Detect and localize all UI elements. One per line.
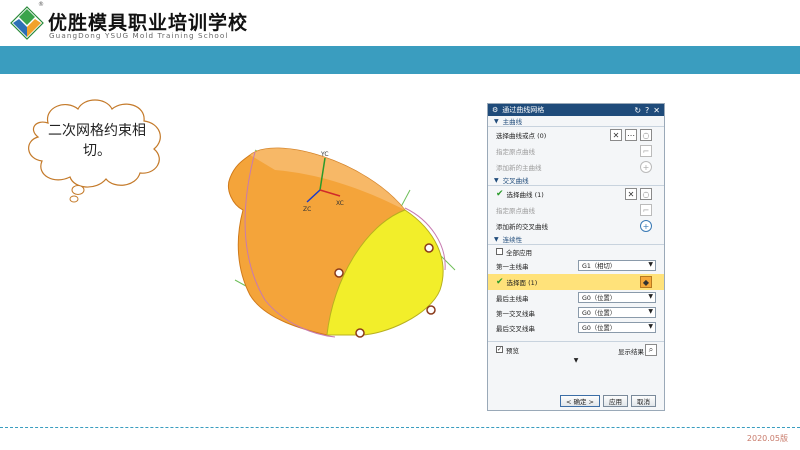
last-primary-value: G0（位置） xyxy=(582,295,617,302)
check-icon: ✔ xyxy=(496,277,504,287)
version-label: 2020.05版 xyxy=(746,434,788,443)
select-curve-or-point-label: 选择曲线或点 (0) xyxy=(496,132,547,140)
header-band xyxy=(0,46,800,74)
dropdown-arrow-icon: ▼ xyxy=(648,323,653,330)
last-cross-string-row: 最后交叉线串 G0（位置） ▼ xyxy=(488,320,664,335)
preview-row: ✓ 预览 显示结果 ⌕ xyxy=(488,341,664,357)
section-title: 连续性 xyxy=(502,236,523,244)
origin-curve-icon[interactable]: ⌐ xyxy=(640,145,652,157)
curve-select-icon[interactable]: ◌ xyxy=(640,188,652,200)
last-primary-select[interactable]: G0（位置） ▼ xyxy=(578,292,656,303)
first-primary-string-row: 第一主线串 G1（相切） ▼ xyxy=(488,258,664,274)
select-face-label: 选择面 (1) xyxy=(506,279,538,287)
collapse-arrow-icon: ▼ xyxy=(494,117,499,125)
section-title: 主曲线 xyxy=(502,118,523,126)
header: ® 优胜模具职业培训学校 GuangDong YSUG Mold Trainin… xyxy=(0,0,800,46)
last-cross-value: G0（位置） xyxy=(582,325,617,332)
gear-icon[interactable]: ⚙ xyxy=(492,106,498,114)
last-cross-label: 最后交叉线串 xyxy=(496,324,535,333)
preview-label: 预览 xyxy=(506,346,519,355)
axis-label-zc: ZC xyxy=(303,206,311,213)
first-primary-select[interactable]: G1（相切） ▼ xyxy=(578,260,656,271)
dialog-title: 通过曲线网格 xyxy=(502,106,545,114)
add-icon[interactable]: + xyxy=(640,220,652,232)
dropdown-arrow-icon: ▼ xyxy=(648,293,653,300)
select-cross-curve-label: 选择曲线 (1) xyxy=(506,191,544,199)
first-cross-value: G0（位置） xyxy=(582,310,617,317)
check-icon: ✔ xyxy=(496,189,504,199)
collapse-arrow-icon: ▼ xyxy=(494,235,499,243)
cad-model-view[interactable]: YC ZC XC xyxy=(215,130,475,345)
select-curve-or-point-row[interactable]: 选择曲线或点 (0) ✕ ⋯ ◌ xyxy=(488,127,664,143)
face-select-icon[interactable]: ◆ xyxy=(640,276,652,288)
first-cross-string-row: 第一交叉线串 G0（位置） ▼ xyxy=(488,305,664,320)
dialog-button-row: < 确定 > 应用 取消 xyxy=(559,395,656,407)
magnifier-icon[interactable]: ⌕ xyxy=(645,344,657,356)
through-curve-mesh-dialog: ⚙ 通过曲线网格 ↻ ? ✕ ▼ 主曲线 选择曲线或点 (0) ✕ ⋯ ◌ 指定… xyxy=(487,103,665,411)
apply-button[interactable]: 应用 xyxy=(603,395,628,407)
close-icon[interactable]: ✕ xyxy=(653,106,660,115)
first-cross-select[interactable]: G0（位置） ▼ xyxy=(578,307,656,318)
add-icon[interactable]: + xyxy=(640,161,652,173)
callout-text: 二次网格约束相切。 xyxy=(48,123,146,159)
apply-all-checkbox[interactable] xyxy=(496,248,503,255)
curve-select-icon[interactable]: ◌ xyxy=(640,129,652,141)
add-cross-curve-row[interactable]: 添加新的交叉曲线 + xyxy=(488,218,664,234)
remove-icon[interactable]: ✕ xyxy=(610,129,622,141)
more-options-arrow-icon[interactable]: ▼ xyxy=(488,357,664,366)
select-face-row[interactable]: ✔ 选择面 (1) ◆ xyxy=(488,274,664,290)
school-name-english: GuangDong YSUG Mold Training School xyxy=(49,31,229,40)
reset-icon[interactable]: ↻ xyxy=(634,106,641,115)
dialog-titlebar: ⚙ 通过曲线网格 ↻ ? ✕ xyxy=(488,104,664,116)
show-result-label[interactable]: 显示结果 xyxy=(618,346,644,356)
add-cross-label: 添加新的交叉曲线 xyxy=(496,223,548,231)
add-primary-curve-row[interactable]: 添加新的主曲线 + xyxy=(488,159,664,175)
specify-cross-origin-label: 指定原点曲线 xyxy=(496,207,535,215)
select-cross-curve-row[interactable]: ✔ 选择曲线 (1) ✕ ◌ xyxy=(488,186,664,202)
specify-origin-label: 指定原点曲线 xyxy=(496,148,535,156)
apply-all-row[interactable]: 全部应用 xyxy=(488,245,664,258)
school-logo-icon xyxy=(10,6,44,40)
first-primary-value: G1（相切） xyxy=(582,263,617,270)
section-title: 交叉曲线 xyxy=(502,177,529,185)
apply-all-label: 全部应用 xyxy=(506,248,532,257)
origin-curve-icon[interactable]: ⌐ xyxy=(640,204,652,216)
last-primary-label: 最后主线串 xyxy=(496,294,529,303)
last-primary-string-row: 最后主线串 G0（位置） ▼ xyxy=(488,290,664,305)
add-primary-label: 添加新的主曲线 xyxy=(496,164,542,172)
dropdown-arrow-icon: ▼ xyxy=(648,261,653,268)
dropdown-arrow-icon: ▼ xyxy=(648,308,653,315)
section-continuity[interactable]: ▼ 连续性 xyxy=(488,234,664,245)
preview-checkbox[interactable]: ✓ xyxy=(496,346,503,353)
cancel-button[interactable]: 取消 xyxy=(631,395,656,407)
point-dialog-icon[interactable]: ⋯ xyxy=(625,129,637,141)
registered-mark: ® xyxy=(38,1,44,8)
help-icon[interactable]: ? xyxy=(645,106,649,115)
section-cross-curves[interactable]: ▼ 交叉曲线 xyxy=(488,175,664,186)
last-cross-select[interactable]: G0（位置） ▼ xyxy=(578,322,656,333)
ok-button[interactable]: < 确定 > xyxy=(559,395,600,407)
axis-label-yc: YC xyxy=(320,151,329,158)
specify-cross-origin-row[interactable]: 指定原点曲线 ⌐ xyxy=(488,202,664,218)
first-cross-label: 第一交叉线串 xyxy=(496,309,535,318)
axis-label-xc: XC xyxy=(336,200,344,207)
slide: ® 优胜模具职业培训学校 GuangDong YSUG Mold Trainin… xyxy=(0,0,800,450)
first-primary-label: 第一主线串 xyxy=(496,263,529,271)
remove-icon[interactable]: ✕ xyxy=(625,188,637,200)
footer-divider xyxy=(0,427,800,428)
specify-origin-curve-row[interactable]: 指定原点曲线 ⌐ xyxy=(488,143,664,159)
section-primary-curves[interactable]: ▼ 主曲线 xyxy=(488,116,664,127)
collapse-arrow-icon: ▼ xyxy=(494,176,499,184)
